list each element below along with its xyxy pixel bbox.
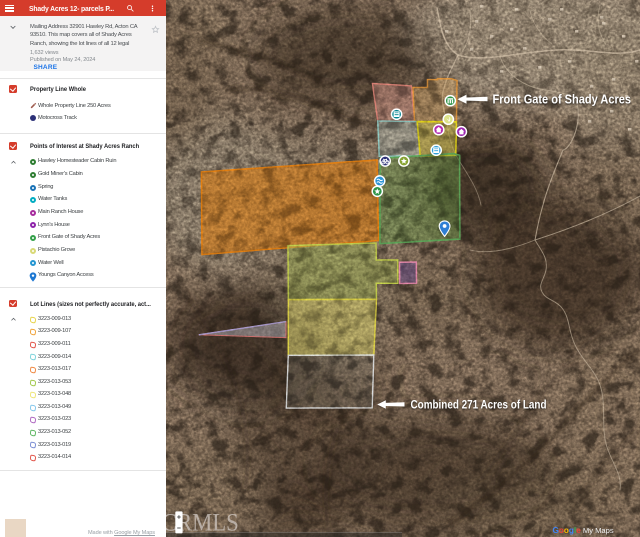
svg-text:Combined 271 Acres of Land: Combined 271 Acres of Land <box>411 398 547 412</box>
svg-text:Google My Maps: Google My Maps <box>553 526 614 535</box>
svg-text:Front Gate of Shady Acres: Front Gate of Shady Acres <box>493 91 632 106</box>
